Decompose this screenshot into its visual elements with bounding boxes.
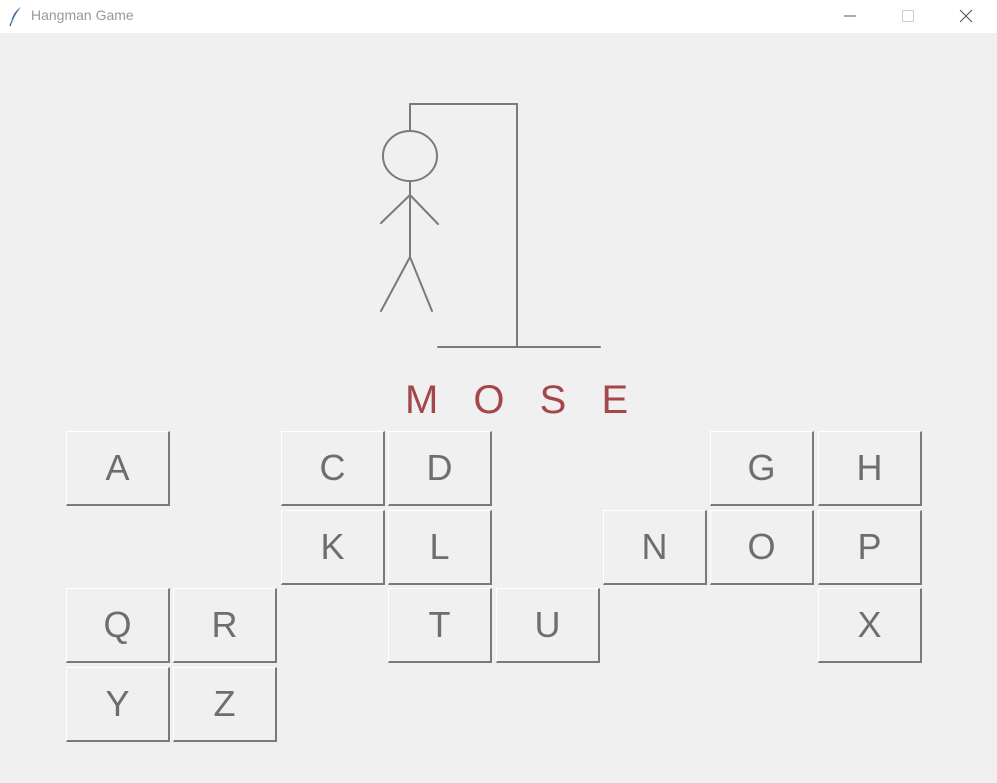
letter-button-d[interactable]: D xyxy=(388,431,492,506)
app-window: Hangman Game M O S E A C D G H K L N O P… xyxy=(0,0,997,783)
game-canvas: M O S E A CD GH KL NOP QR TU X YZ xyxy=(0,33,997,783)
window-title: Hangman Game xyxy=(31,7,134,23)
letter-button-k[interactable]: K xyxy=(281,510,385,585)
letter-button-a[interactable]: A xyxy=(66,431,170,506)
letter-button-y[interactable]: Y xyxy=(66,667,170,742)
feather-icon xyxy=(8,6,24,27)
letter-button-z[interactable]: Z xyxy=(173,667,277,742)
hangman-right-leg xyxy=(409,256,433,312)
hangman-head xyxy=(382,130,438,182)
letter-button-r[interactable]: R xyxy=(173,588,277,663)
letter-button-g[interactable]: G xyxy=(710,431,814,506)
minimize-button[interactable] xyxy=(826,0,872,33)
close-button[interactable] xyxy=(943,0,989,33)
letter-button-t[interactable]: T xyxy=(388,588,492,663)
title-bar[interactable]: Hangman Game xyxy=(0,0,997,33)
letter-button-c[interactable]: C xyxy=(281,431,385,506)
letter-button-h[interactable]: H xyxy=(818,431,922,506)
letter-button-q[interactable]: Q xyxy=(66,588,170,663)
letter-button-u[interactable]: U xyxy=(496,588,600,663)
hangman-left-arm xyxy=(380,194,411,224)
hangman-right-arm xyxy=(409,194,439,225)
hangman-left-leg xyxy=(380,256,411,312)
letter-button-n[interactable]: N xyxy=(603,510,707,585)
letter-button-p[interactable]: P xyxy=(818,510,922,585)
letter-button-o[interactable]: O xyxy=(710,510,814,585)
guessed-word: M O S E xyxy=(405,378,641,422)
hangman-drawing xyxy=(380,103,601,348)
letter-button-x[interactable]: X xyxy=(818,588,922,663)
letter-button-l[interactable]: L xyxy=(388,510,492,585)
maximize-button[interactable] xyxy=(884,0,930,33)
